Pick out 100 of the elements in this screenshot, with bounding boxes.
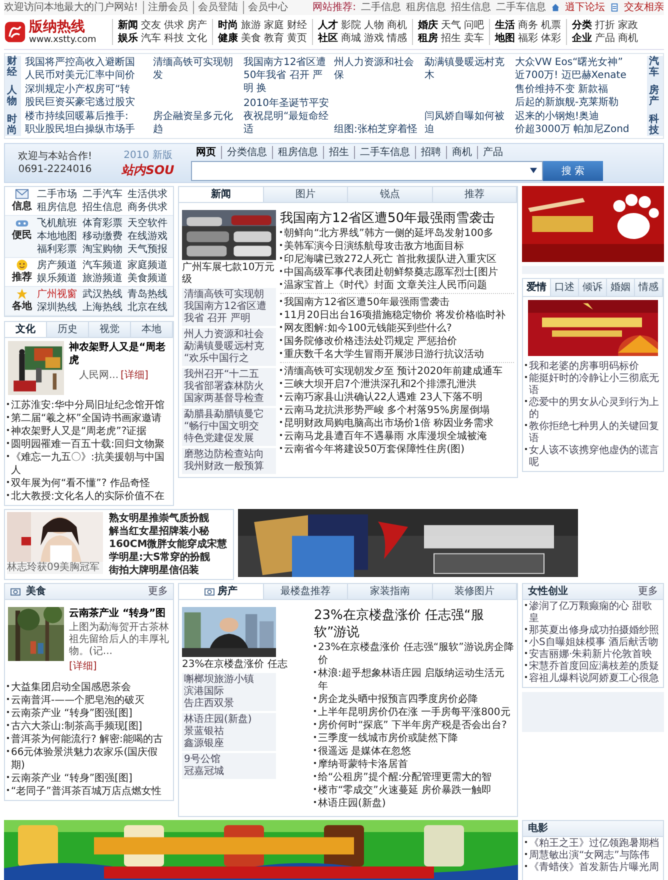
site-logo[interactable]: 版纳热线 — [29, 19, 96, 35]
nav-link[interactable]: 文化 — [187, 32, 207, 45]
culture-tab[interactable]: 本地 — [131, 322, 173, 337]
headline-link[interactable]: 组图:张柏芝穿着怪 — [334, 123, 420, 136]
nav-link[interactable]: 问吧 — [464, 19, 484, 32]
news-link[interactable]: 州人力资源和社会 — [184, 329, 274, 341]
article-link[interactable]: 熟女明星推崇气质扮靓 — [109, 512, 228, 525]
nav-link[interactable]: 商机 — [387, 19, 407, 32]
article-link[interactable]: 双年展为何“看不懂”? 作品奇怪 — [11, 477, 150, 490]
news-link[interactable]: 林浪:超乎想象林语庄园 启版纳运动生活元年 — [318, 667, 514, 693]
search-tab[interactable]: 招聘 — [415, 146, 446, 158]
article-link[interactable]: 圆明园罹难一百五十载:回归文物聚 — [11, 438, 164, 451]
headline-link[interactable]: 股民巨资买豪宅逃过股灾 — [25, 96, 149, 110]
culture-tab[interactable]: 文化 — [5, 322, 47, 337]
article-link[interactable]: 古六大茶山:制茶高手频现[图] — [11, 720, 142, 733]
property-tab[interactable]: 房产 — [179, 584, 264, 599]
service-link[interactable]: 二手市场 — [37, 188, 80, 201]
news-link[interactable]: 23%在京楼盘涨价 任志强“服软”游说房企降价 — [318, 641, 514, 667]
property-link[interactable]: 鑫源银座 — [184, 738, 274, 750]
nav-link[interactable]: 地图 — [495, 32, 515, 45]
nav-link[interactable]: 科技 — [164, 32, 184, 45]
service-link[interactable]: 北京在线 — [128, 301, 171, 314]
search-tab[interactable]: 产品 — [477, 146, 508, 158]
article-link[interactable]: 小S自曝姐妹模事 酒后献舌吻 — [529, 637, 659, 649]
recommend-link[interactable]: 二手车信息 — [496, 1, 546, 14]
nav-link[interactable]: 游戏 — [364, 32, 384, 45]
nav-link[interactable]: 产品 — [595, 32, 615, 45]
more-link[interactable]: 更多 — [148, 585, 168, 598]
search-tab[interactable]: 商机 — [446, 146, 477, 158]
article-link[interactable]: 北大教授:文化名人的实际价值不在 — [11, 490, 164, 503]
member-link[interactable]: 会员中心 — [243, 1, 288, 14]
feature-title[interactable]: 神农架野人又是“周老虎 — [69, 341, 170, 367]
service-link[interactable]: 天空软件 — [128, 217, 171, 230]
article-link[interactable]: 《难忘一九五〇》:抗美援朝与中国人 — [11, 451, 171, 477]
service-link[interactable]: 商务供求 — [128, 201, 171, 214]
search-field[interactable] — [191, 160, 543, 180]
headline-link[interactable]: 楼市持续回暖幕后推手: — [25, 110, 149, 123]
news-link[interactable]: 昆明财政局购电脑高出市场价1倍 称因业务需求 — [284, 417, 494, 430]
news-link[interactable]: 印尼海啸已致272人死亡 首批救援队进入重灾区 — [284, 253, 496, 266]
headline-link[interactable]: 售价维持不变 新款福 — [515, 82, 643, 96]
article-link[interactable]: 女人该不该携穿他虚伪的谎言呢 — [529, 445, 661, 469]
property-link[interactable]: 滨港国际 — [184, 686, 274, 698]
photo-caption[interactable]: 广州车展七款10万元级 — [182, 262, 276, 286]
search-tab[interactable]: 租房信息 — [272, 146, 323, 158]
service-link[interactable]: 广州视窗 — [37, 288, 80, 301]
news-link[interactable]: 云南巧家县山洪确认22人遇难 23人下落不明 — [284, 391, 483, 404]
nav-link[interactable]: 时尚 — [218, 19, 238, 32]
article-link[interactable]: 普洱茶为何能流行? 解密:能喝的古 — [11, 733, 163, 746]
article-link[interactable]: 学明星:大S常穿的扮靓 — [109, 551, 228, 564]
news-link[interactable]: 很遥远 是媒体在忽悠 — [318, 745, 412, 758]
recommend-link[interactable]: 二手信息 — [361, 1, 401, 14]
service-link[interactable]: 移动缴费 — [82, 230, 126, 243]
headline-link[interactable]: 近700万! 迈巴赫Xenate — [515, 69, 643, 82]
article-link[interactable]: 街拍大牌明星信侣装 — [109, 564, 228, 577]
nav-link[interactable]: 娱乐 — [118, 32, 138, 45]
news-link[interactable]: “畅行中国文明交 — [184, 421, 274, 433]
service-link[interactable]: 美食频道 — [128, 272, 171, 285]
headline-link[interactable]: 闫凤娇自曝如何被迫 — [424, 110, 511, 136]
nav-link[interactable]: 体彩 — [541, 32, 561, 45]
news-link[interactable]: 11月20日出台16项措施稳定物价 将发价格临时补 — [284, 309, 506, 322]
property-tab[interactable]: 最楼盘推荐 — [264, 584, 348, 599]
news-link[interactable]: 云南马龙县遭百年不遇暴雨 水库漫坝全城被淹 — [284, 430, 488, 443]
nav-link[interactable]: 旅游 — [241, 19, 261, 32]
service-link[interactable]: 武汉热线 — [82, 288, 126, 301]
service-link[interactable]: 家庭频道 — [128, 259, 171, 272]
nav-link[interactable]: 美食 — [241, 32, 261, 45]
details-link[interactable]: [详细] — [120, 369, 148, 382]
search-tab[interactable]: 二手车信息 — [354, 146, 415, 158]
nav-link[interactable]: 商机 — [618, 32, 638, 45]
member-link[interactable]: 注册会员 — [143, 1, 188, 14]
service-link[interactable]: 租房信息 — [37, 201, 80, 214]
service-link[interactable]: 二手汽车 — [82, 188, 126, 201]
news-link[interactable]: 林语庄园(新盘) — [318, 797, 386, 810]
news-link[interactable]: 楼市“零成交”火速蔓延 房价暴跌一触即 — [318, 784, 492, 797]
nav-link[interactable]: 天气 — [441, 19, 461, 32]
news-link[interactable]: 给“公租房”提个醒:分配管理更需大的智 — [318, 771, 492, 784]
photo-caption[interactable]: 23%在京楼盘涨价 任志 — [182, 659, 288, 671]
recommend-link[interactable]: 租房信息 — [406, 1, 446, 14]
emotion-tab[interactable]: 情感 — [635, 279, 663, 296]
article-link[interactable]: 周慧敏出演“女网志”与陈伟 — [529, 850, 650, 862]
news-link[interactable]: 云南省今年将建设50万套保障性住房(图) — [284, 443, 465, 456]
news-link[interactable]: 磨憨边防检查站向 — [184, 449, 274, 461]
nav-link[interactable]: 房产 — [187, 19, 207, 32]
news-tab[interactable]: 推荐 — [432, 187, 517, 202]
category-tab[interactable]: 科技 — [647, 114, 663, 136]
article-link[interactable]: 66元体验景洪魅力农家乐(国庆假期) — [11, 746, 171, 772]
nav-link[interactable]: 租房 — [418, 32, 438, 45]
nav-link[interactable]: 新闻 — [118, 19, 138, 32]
headline-link[interactable]: 勐满镇曼暖远村克木 — [424, 56, 511, 82]
news-link[interactable]: 温家宝首上《时代》封面 文章关注人民币问题 — [284, 279, 488, 292]
nav-link[interactable]: 商务 — [518, 19, 538, 32]
headline-link[interactable]: 大众VW Eos“曙光女神” — [515, 56, 643, 69]
article-link[interactable]: 我和老婆的房事明码标价 — [529, 361, 639, 373]
details-link[interactable]: [详细] — [69, 660, 97, 673]
headline[interactable]: 我国南方12省区遭50年最强雨雪袭击 — [280, 210, 514, 227]
news-link[interactable]: 重庆数千名大学生冒雨开展涉日游行抗议活动 — [284, 348, 484, 361]
service-link[interactable]: 旅游频道 — [82, 272, 126, 285]
article-link[interactable]: 第二届“羲之杯”全国诗书画家邀请 — [11, 412, 162, 425]
article-link[interactable]: 能挺奸时的冷静让小三彻底无语 — [529, 373, 661, 397]
news-link[interactable]: 美韩军演今日演练航母攻击敌方地面目标 — [284, 240, 464, 253]
